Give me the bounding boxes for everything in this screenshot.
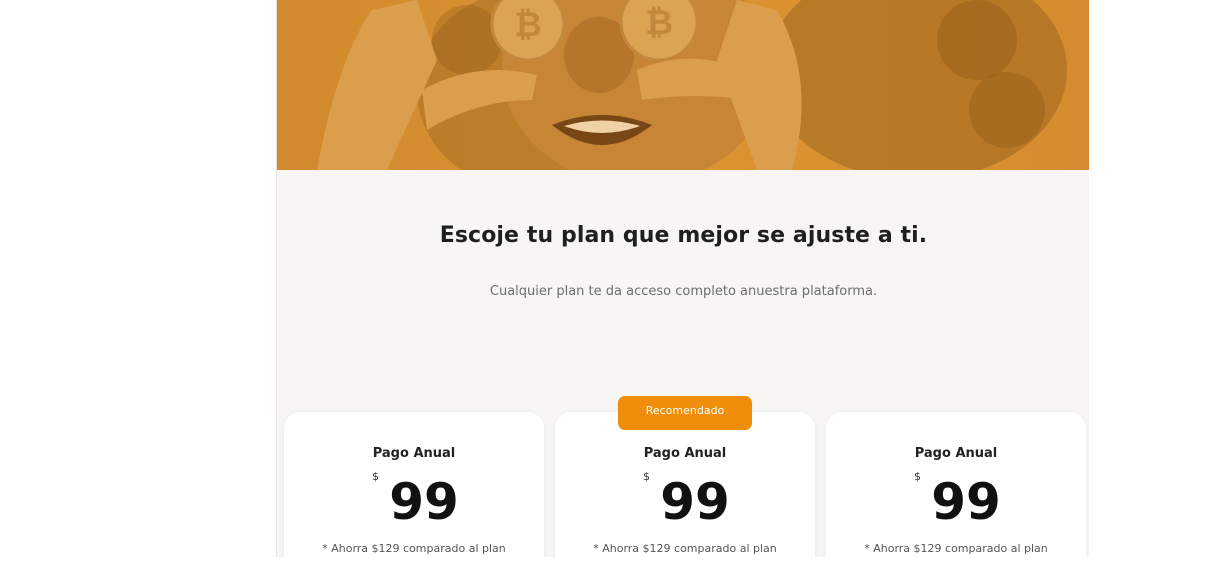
plan-price: 99: [931, 473, 1001, 531]
recommended-badge: Recomendado: [618, 396, 752, 430]
hero-image: ₿ ₿: [277, 0, 1089, 170]
hero-illustration: ₿ ₿: [277, 0, 1089, 170]
plan-price: 99: [660, 473, 730, 531]
plan-card-2[interactable]: Pago Anual $ 99 * Ahorra $129 comparado …: [555, 412, 815, 557]
section-title: Escoje tu plan que mejor se ajuste a ti.: [439, 223, 928, 248]
plan-price: 99: [389, 473, 459, 531]
plan-card-3[interactable]: Pago Anual $ 99 * Ahorra $129 comparado …: [826, 412, 1086, 557]
plan-savings-note: * Ahorra $129 comparado al plan: [593, 542, 777, 555]
plan-title: Pago Anual: [914, 446, 998, 461]
plan-title: Pago Anual: [643, 446, 727, 461]
pricing-page: ₿ ₿ Escoje tu plan que mejor se ajuste a…: [276, 0, 1089, 557]
plan-title: Pago Anual: [372, 446, 456, 461]
plan-savings-note: * Ahorra $129 comparado al plan: [322, 542, 506, 555]
plan-savings-note: * Ahorra $129 comparado al plan: [864, 542, 1048, 555]
plan-card-1[interactable]: Pago Anual $ 99 * Ahorra $129 comparado …: [284, 412, 544, 557]
section-subtitle: Cualquier plan te da acceso completo anu…: [489, 284, 878, 299]
